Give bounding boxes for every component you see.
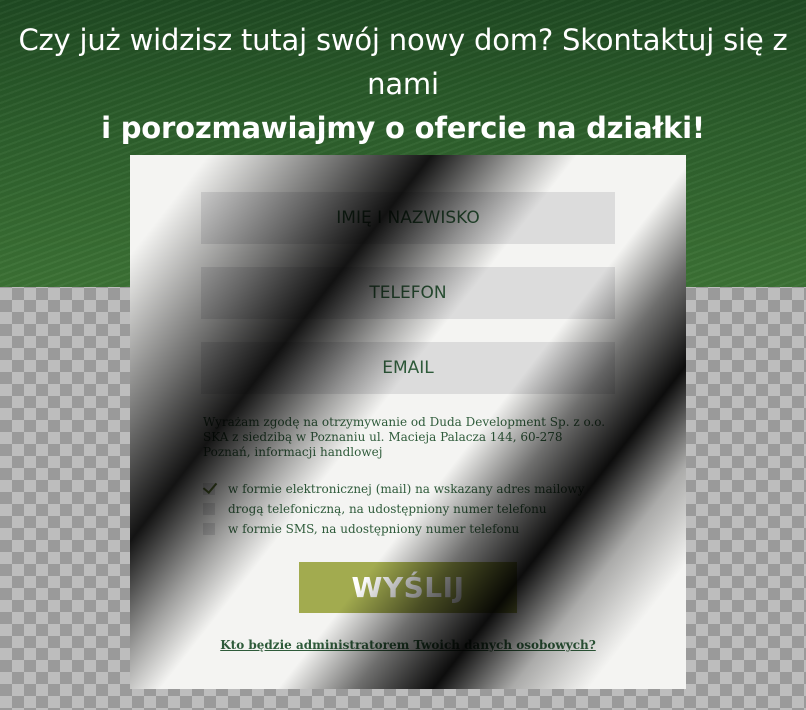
headline-line-1: Czy już widzisz tutaj swój nowy dom? Sko… bbox=[18, 23, 788, 101]
consent-option-label: drogą telefoniczną, na udostępniony nume… bbox=[228, 502, 547, 516]
page: Czy już widzisz tutaj swój nowy dom? Sko… bbox=[0, 0, 806, 710]
checkbox-icon[interactable] bbox=[203, 503, 215, 515]
headline-line-2: i porozmawiajmy o ofercie na działki! bbox=[101, 111, 705, 145]
headline: Czy już widzisz tutaj swój nowy dom? Sko… bbox=[0, 18, 806, 150]
phone-input[interactable] bbox=[201, 267, 615, 319]
consent-option-label: w formie SMS, na udostępniony numer tele… bbox=[228, 522, 520, 536]
data-administrator-link[interactable]: Kto będzie administratorem Twoich danych… bbox=[130, 638, 686, 652]
consent-option-email[interactable]: w formie elektronicznej (mail) na wskaza… bbox=[203, 482, 585, 496]
consent-option-sms[interactable]: w formie SMS, na udostępniony numer tele… bbox=[203, 522, 519, 536]
checkbox-icon[interactable] bbox=[203, 523, 215, 535]
consent-option-phone[interactable]: drogą telefoniczną, na udostępniony nume… bbox=[203, 502, 547, 516]
contact-form: Wyrażam zgodę na otrzymywanie od Duda De… bbox=[130, 155, 686, 689]
name-input[interactable] bbox=[201, 192, 615, 244]
consent-text: Wyrażam zgodę na otrzymywanie od Duda De… bbox=[203, 415, 606, 459]
consent-option-label: w formie elektronicznej (mail) na wskaza… bbox=[228, 482, 585, 496]
email-input[interactable] bbox=[201, 342, 615, 394]
submit-button[interactable]: WYŚLIJ bbox=[299, 562, 517, 613]
checkbox-checked-icon[interactable] bbox=[203, 483, 215, 495]
